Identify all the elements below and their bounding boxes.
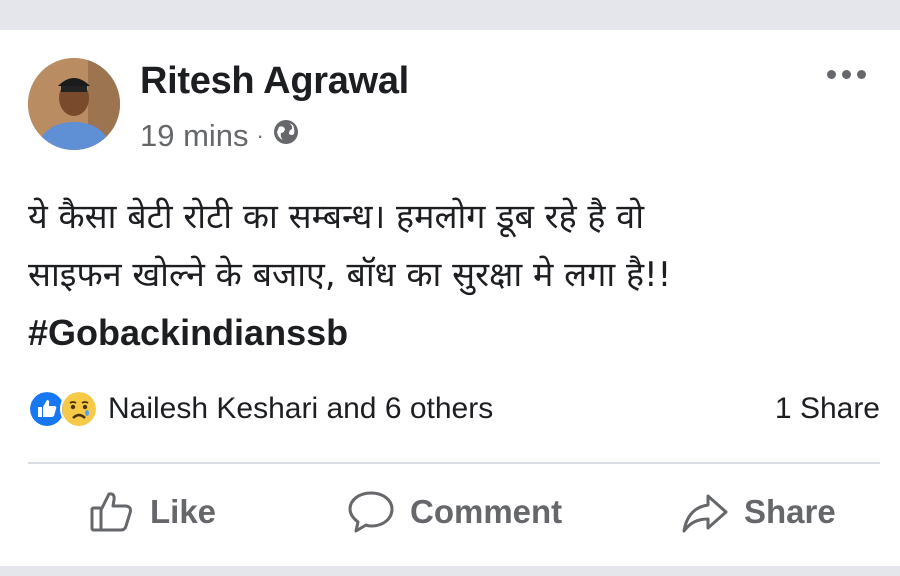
like-button[interactable]: Like [88, 482, 216, 542]
reaction-summary[interactable]: Nailesh Keshari and 6 others [28, 390, 493, 428]
more-options-button[interactable] [827, 70, 866, 79]
post-text: ये कैसा बेटी रोटी का सम्बन्ध। हमलोग डूब … [28, 188, 872, 362]
share-button[interactable]: Share [680, 482, 836, 542]
globe-icon [272, 118, 300, 154]
more-dot-icon [827, 70, 836, 79]
reaction-names[interactable]: Nailesh Keshari and 6 others [108, 392, 493, 426]
share-label: Share [744, 493, 836, 530]
avatar[interactable] [28, 58, 120, 150]
sad-icon [60, 390, 98, 428]
author-name[interactable]: Ritesh Agrawal [140, 60, 409, 103]
post-meta: 19 mins · [140, 118, 300, 154]
meta-separator: · [256, 123, 264, 148]
post-text-line: ये कैसा बेटी रोटी का सम्बन्ध। हमलोग डूब … [28, 197, 645, 237]
comment-label: Comment [410, 493, 563, 530]
more-dot-icon [842, 70, 851, 79]
more-dot-icon [857, 70, 866, 79]
share-arrow-icon [682, 494, 728, 533]
post-timestamp[interactable]: 19 mins [140, 118, 249, 154]
share-count[interactable]: 1 Share [775, 392, 880, 426]
hashtag-link[interactable]: #Gobackindianssb [28, 304, 872, 362]
comment-button[interactable]: Comment [346, 482, 562, 542]
avatar-photo [28, 58, 120, 150]
post-text-line: साइफन खोल्ने के बजाए, बॉध का सुरक्षा मे … [28, 255, 672, 295]
like-label: Like [150, 493, 217, 530]
thumbs-up-icon [90, 492, 132, 532]
divider [28, 462, 880, 464]
post-card: Ritesh Agrawal 19 mins · ये कैसा बेटी रो… [0, 30, 900, 566]
feed-separator [0, 566, 900, 576]
speech-bubble-icon [348, 491, 394, 533]
